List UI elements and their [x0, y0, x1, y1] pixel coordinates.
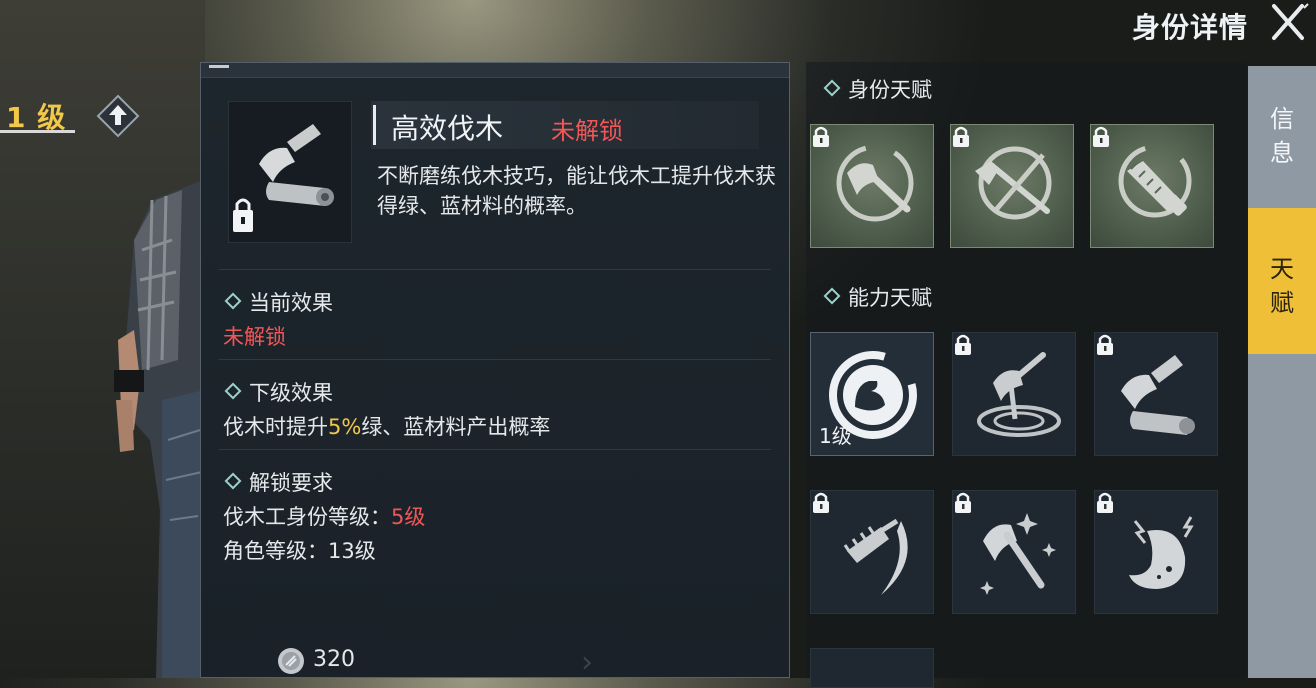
lock-icon: [955, 492, 971, 513]
next-effect-value: 伐木时提升5%绿、蓝材料产出概率: [223, 415, 551, 439]
chevron-right-icon: ›: [581, 645, 593, 680]
top-bar: 身份详情: [0, 0, 1316, 48]
lock-icon: [1097, 492, 1113, 513]
close-x-icon[interactable]: [1266, 2, 1310, 42]
character-model: [114, 180, 204, 678]
panel-header-strip: [201, 63, 789, 78]
tab-talent[interactable]: 天赋: [1248, 208, 1316, 354]
talent-tile-stomach[interactable]: [1094, 490, 1218, 614]
skill-description: 不断磨练伐木技巧，能让伐木工提升伐木获得绿、蓝材料的概率。: [377, 164, 776, 218]
arrow-up-icon[interactable]: [96, 94, 140, 138]
talent-tile-partial[interactable]: [810, 648, 934, 688]
side-tabs: 信息 天赋: [1248, 66, 1316, 678]
silver-coin-icon: [278, 648, 304, 674]
lock-icon: [813, 492, 829, 513]
talent-list-panel: 身份天赋 能力天赋 1级: [806, 62, 1246, 688]
tab-info[interactable]: 信息: [1248, 102, 1316, 170]
ability-talents-heading: 能力天赋: [822, 282, 932, 312]
talent-tile-axe-crossed[interactable]: [950, 124, 1074, 248]
current-effect-value: 未解锁: [223, 325, 286, 349]
axe-log-icon: [233, 124, 334, 232]
lock-icon: [1093, 126, 1109, 147]
talent-tile-axe-log[interactable]: [1094, 332, 1218, 456]
talent-tile-axe-circle[interactable]: [810, 124, 934, 248]
current-effect-heading: 当前效果: [223, 287, 333, 317]
identity-talents-heading: 身份天赋: [822, 74, 932, 104]
level-progress-bar: [0, 130, 75, 133]
talent-level: 1级: [819, 424, 852, 448]
talent-tile-muscle[interactable]: 1级: [810, 332, 934, 456]
skill-name: 高效伐木: [391, 112, 504, 145]
lock-icon: [813, 126, 829, 147]
unlock-req-role-level: 角色等级：13级: [223, 539, 376, 563]
unlock-req-identity-level: 伐木工身份等级：5级: [223, 505, 426, 529]
talent-tile-saw[interactable]: [1090, 124, 1214, 248]
unlock-req-heading: 解锁要求: [223, 467, 333, 497]
skill-icon-frame: [228, 101, 352, 243]
lock-icon: [1097, 334, 1113, 355]
skill-title-bar: 高效伐木 未解锁: [371, 101, 759, 149]
talent-detail-panel: 高效伐木 未解锁 不断磨练伐木技巧，能让伐木工提升伐木获得绿、蓝材料的概率。 当…: [200, 62, 790, 680]
lock-icon: [955, 334, 971, 355]
page-title: 身份详情: [1131, 11, 1248, 44]
lock-icon: [953, 126, 969, 147]
talent-tile-chainsaw[interactable]: [810, 490, 934, 614]
talent-tile-axe-sparkle[interactable]: [952, 490, 1076, 614]
talent-tile-axe-whirl[interactable]: [952, 332, 1076, 456]
next-effect-heading: 下级效果: [223, 377, 333, 407]
cost-value: 320: [313, 647, 355, 672]
skill-status: 未解锁: [551, 117, 623, 145]
